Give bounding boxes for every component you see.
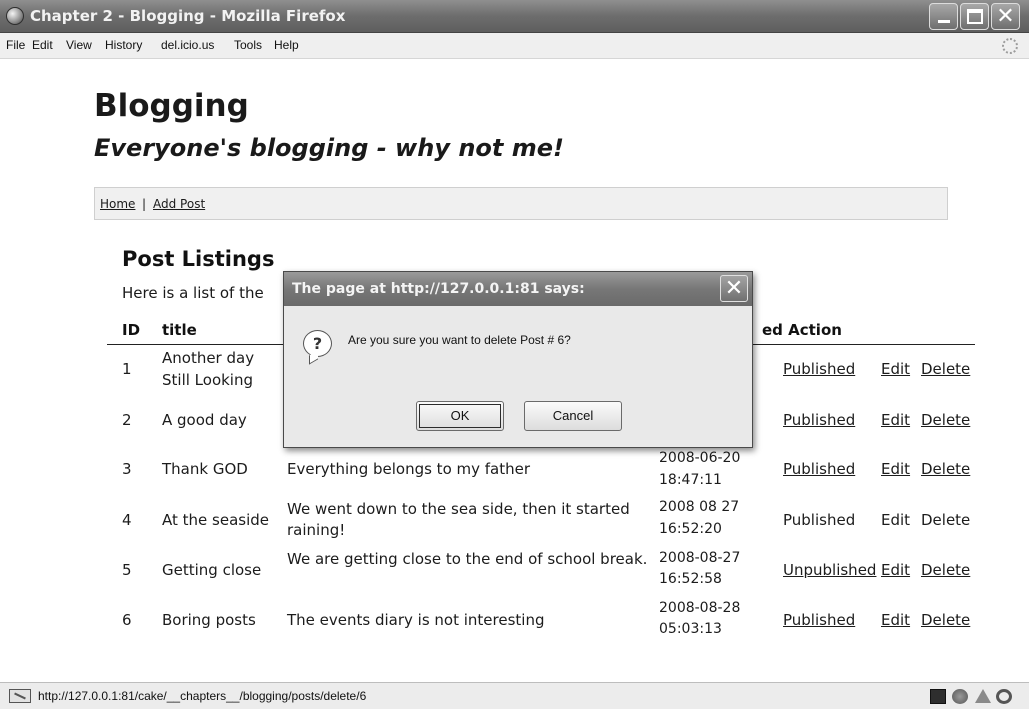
menu-help[interactable]: Help [274,38,299,52]
maximize-button[interactable] [960,3,989,30]
cell-title: A good day [162,411,247,429]
cell-created-date: 2008-08-28 [659,600,741,616]
menu-edit[interactable]: Edit [32,38,53,52]
delete-link[interactable]: Delete [921,410,970,431]
minimize-icon [938,20,950,23]
firefox-icon [6,7,24,25]
cell-title: Another day [162,349,255,367]
edit-link[interactable]: Edit [881,359,910,380]
edit-link[interactable]: Edit [881,510,910,531]
cell-created-date: 2008-06-20 [659,450,741,466]
cell-body: We are getting close to the end of schoo… [287,550,648,568]
edit-link[interactable]: Edit [881,560,910,581]
link-icon [9,689,31,703]
cell-title: Thank GOD [162,460,248,478]
cell-id: 4 [122,511,132,529]
close-window-button[interactable]: ✕ [991,3,1020,30]
column-header-action: ed Action [762,321,842,339]
cell-title: At the seaside [162,511,269,529]
status-url: http://127.0.0.1:81/cake/__chapters__/bl… [38,689,367,703]
screen-icon[interactable] [930,689,946,704]
menu-bar: File Edit View History del.icio.us Tools… [0,33,1029,59]
ok-button[interactable]: OK [416,401,504,431]
menu-history[interactable]: History [105,38,142,52]
dialog-message: Are you sure you want to delete Post # 6… [348,333,571,347]
confirm-dialog: The page at http://127.0.0.1:81 says: ✕ … [283,271,753,448]
delete-link[interactable]: Delete [921,610,970,631]
menu-file[interactable]: File [6,38,25,52]
nav-home-link[interactable]: Home [100,197,135,211]
nav-bar: Home | Add Post [94,187,948,220]
stop-icon[interactable] [996,689,1012,704]
site-title: Blogging [94,88,249,124]
delete-link[interactable]: Delete [921,459,970,480]
cell-created-time: 05:03:13 [659,621,722,637]
publish-toggle-link[interactable]: Published [783,510,855,531]
minimize-button[interactable] [929,3,958,30]
edit-link[interactable]: Edit [881,410,910,431]
nav-separator: | [142,197,147,211]
throbber-icon [1002,38,1018,54]
cell-created-date: 2008-08-27 [659,550,741,566]
publish-toggle-link[interactable]: Published [783,410,855,431]
column-header-id: ID [122,321,141,339]
edit-link[interactable]: Edit [881,610,910,631]
dialog-title: The page at http://127.0.0.1:81 says: [292,281,585,297]
cell-created-time: 18:47:11 [659,472,722,488]
section-title: Post Listings [122,247,275,271]
cell-id: 1 [122,360,132,378]
firebug-icon[interactable] [952,689,968,704]
warning-icon[interactable] [975,689,991,703]
dialog-titlebar[interactable]: The page at http://127.0.0.1:81 says: ✕ [284,272,752,306]
cell-title: Boring posts [162,611,256,629]
site-tagline: Everyone's blogging - why not me! [94,134,564,162]
cell-id: 5 [122,561,132,579]
section-intro: Here is a list of the [122,284,264,302]
cell-body: Everything belongs to my father [287,460,531,478]
close-icon: ✕ [996,4,1015,29]
question-icon: ? [303,330,332,357]
dialog-close-button[interactable]: ✕ [720,275,748,302]
window-title: Chapter 2 - Blogging - Mozilla Firefox [30,7,346,25]
delete-link[interactable]: Delete [921,359,970,380]
maximize-icon [967,9,983,24]
edit-link[interactable]: Edit [881,459,910,480]
menu-view[interactable]: View [66,38,92,52]
cell-body: The events diary is not interesting [287,611,545,629]
menu-delicious[interactable]: del.icio.us [161,38,214,52]
cancel-button[interactable]: Cancel [524,401,622,431]
cell-id: 2 [122,411,132,429]
column-header-title: title [162,321,197,339]
cell-id: 3 [122,460,132,478]
window-titlebar[interactable]: Chapter 2 - Blogging - Mozilla Firefox ✕ [0,0,1029,33]
nav-add-post-link[interactable]: Add Post [153,197,205,211]
close-icon: ✕ [724,276,744,301]
cell-title: Getting close [162,561,262,579]
publish-toggle-link[interactable]: Unpublished [783,560,876,581]
delete-link[interactable]: Delete [921,510,970,531]
cell-created-time: 16:52:20 [659,521,722,537]
publish-toggle-link[interactable]: Published [783,610,855,631]
menu-tools[interactable]: Tools [234,38,262,52]
cell-body: We went down to the sea side, then it st… [287,500,630,539]
publish-toggle-link[interactable]: Published [783,459,855,480]
delete-link[interactable]: Delete [921,560,970,581]
cell-id: 6 [122,611,132,629]
publish-toggle-link[interactable]: Published [783,359,855,380]
cell-created-time: 16:52:58 [659,571,722,587]
cell-title-continued: Still Looking [162,371,254,389]
cell-created-date: 2008 08 27 [659,499,740,515]
status-bar: http://127.0.0.1:81/cake/__chapters__/bl… [0,682,1029,709]
